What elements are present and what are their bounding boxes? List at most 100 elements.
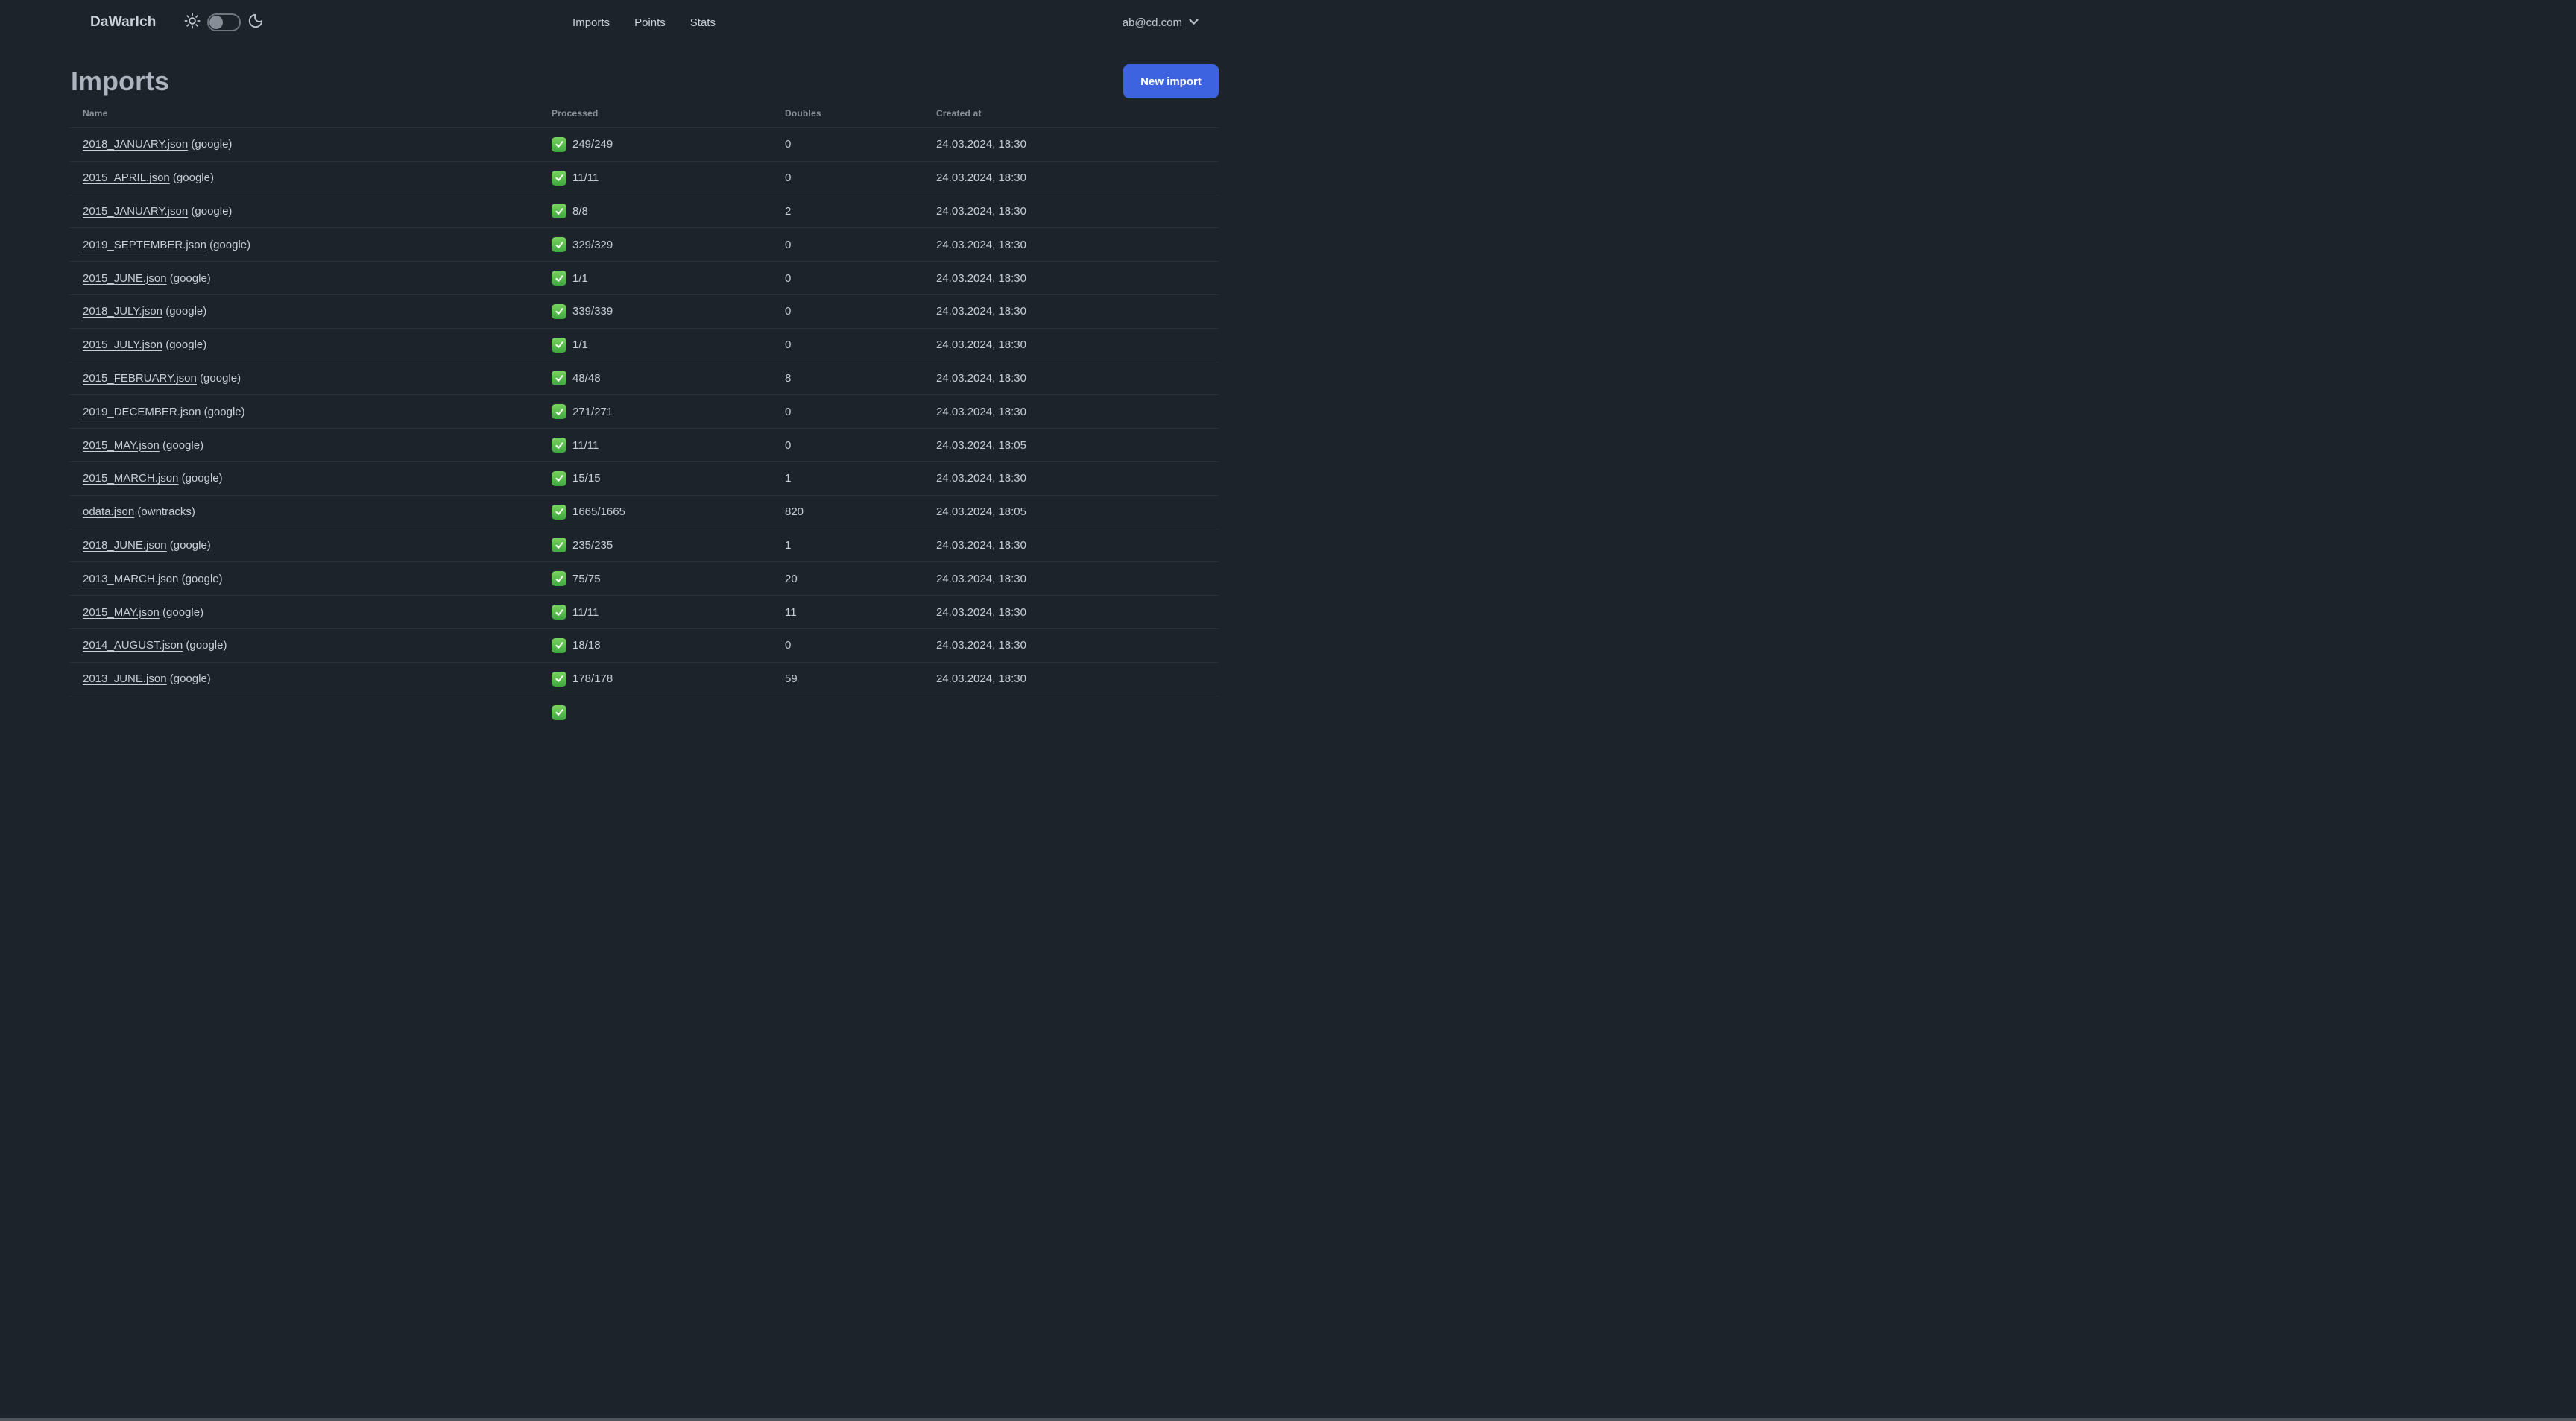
processed-cell: 329/329 [552, 237, 785, 253]
check-icon [552, 404, 566, 420]
import-file-link[interactable]: 2015_MARCH.json [83, 472, 178, 485]
doubles-cell: 0 [785, 405, 792, 418]
processed-count: 18/18 [572, 639, 601, 652]
import-file-link[interactable]: 2015_MAY.json [83, 606, 160, 619]
doubles-cell: 0 [785, 271, 792, 285]
import-source-label: (google) [200, 371, 242, 385]
nav-link-stats[interactable]: Stats [690, 16, 716, 29]
import-file-link[interactable]: odata.json [83, 505, 134, 518]
import-file-link[interactable]: 2015_MAY.json [83, 439, 160, 452]
import-file-link[interactable]: 2019_DECEMBER.json [83, 406, 201, 418]
imports-page: Imports New import Name Processed Double… [69, 64, 1219, 729]
import-source-label: (google) [186, 639, 227, 652]
new-import-button[interactable]: New import [1123, 64, 1219, 98]
processed-cell: 249/249 [552, 136, 785, 152]
import-source-label: (google) [169, 538, 211, 552]
check-icon [552, 538, 566, 553]
processed-cell: 1665/1665 [552, 504, 785, 520]
name-cell: 2018_JANUARY.json (google) [69, 138, 552, 151]
processed-count: 75/75 [572, 572, 601, 585]
created-at-cell: 24.03.2024, 18:30 [936, 305, 1026, 318]
table-row: 2015_APRIL.json (google) 11/11 0 24.03.2… [69, 162, 1219, 195]
brand-logo[interactable]: DaWarIch [90, 14, 157, 31]
doubles-cell: 0 [785, 171, 792, 185]
check-icon [552, 271, 566, 286]
main-nav: Imports Points Stats [572, 0, 716, 45]
doubles-cell: 0 [785, 138, 792, 151]
table-row: 2018_JANUARY.json (google) 249/249 0 24.… [69, 128, 1219, 162]
name-cell: 2015_MARCH.json (google) [69, 472, 552, 485]
column-header-doubles: Doubles [785, 107, 821, 119]
table-row: 2015_JUNE.json (google) 1/1 0 24.03.2024… [69, 262, 1219, 295]
check-icon [552, 303, 566, 319]
import-file-link[interactable]: 2015_JUNE.json [83, 272, 167, 285]
table-row: 2018_JULY.json (google) 339/339 0 24.03.… [69, 295, 1219, 329]
import-source-label: (google) [162, 605, 204, 619]
processed-cell: 235/235 [552, 538, 785, 553]
table-row: 2013_MARCH.json (google) 75/75 20 24.03.… [69, 562, 1219, 596]
processed-cell: 8/8 [552, 204, 785, 219]
check-icon [552, 170, 566, 186]
name-cell: 2013_JUNE.json (google) [69, 672, 552, 685]
table-row: 2015_MARCH.json (google) 15/15 1 24.03.2… [69, 462, 1219, 496]
name-cell: 2015_FEBRUARY.json (google) [69, 372, 552, 385]
import-file-link[interactable]: 2018_JUNE.json [83, 539, 167, 552]
user-email: ab@cd.com [1122, 16, 1182, 29]
theme-toggle[interactable] [206, 13, 241, 31]
import-file-link[interactable]: 2015_JULY.json [83, 338, 162, 351]
processed-cell: 1/1 [552, 271, 785, 286]
import-file-link[interactable]: 2013_MARCH.json [83, 573, 178, 585]
check-icon [552, 637, 566, 653]
created-at-cell: 24.03.2024, 18:05 [936, 438, 1026, 452]
nav-link-imports[interactable]: Imports [572, 16, 610, 29]
import-file-link[interactable]: 2015_FEBRUARY.json [83, 372, 197, 385]
created-at-cell: 24.03.2024, 18:30 [936, 472, 1026, 485]
table-row: 2015_FEBRUARY.json (google) 48/48 8 24.0… [69, 362, 1219, 396]
doubles-cell: 59 [785, 672, 798, 686]
table-row: 2015_MAY.json (google) 11/11 11 24.03.20… [69, 596, 1219, 629]
doubles-cell: 0 [785, 438, 792, 452]
name-cell: odata.json (owntracks) [69, 505, 552, 518]
import-file-link[interactable]: 2014_AUGUST.json [83, 639, 183, 652]
import-source-label: (google) [203, 405, 245, 418]
table-row: odata.json (owntracks) 1665/1665 820 24.… [69, 496, 1219, 529]
import-file-link[interactable]: 2015_APRIL.json [83, 171, 170, 184]
import-source-label: (google) [172, 171, 214, 185]
import-source-label: (owntracks) [137, 505, 195, 519]
import-file-link[interactable]: 2013_JUNE.json [83, 672, 167, 685]
column-header-name: Name [83, 107, 108, 119]
import-source-label: (google) [191, 204, 233, 218]
created-at-cell: 24.03.2024, 18:30 [936, 371, 1026, 385]
doubles-cell: 0 [785, 639, 792, 652]
column-header-processed: Processed [552, 107, 599, 119]
created-at-cell: 24.03.2024, 18:30 [936, 238, 1026, 251]
import-source-label: (google) [169, 672, 211, 686]
processed-count: 1665/1665 [572, 505, 625, 519]
processed-count: 329/329 [572, 238, 613, 251]
import-file-link[interactable]: 2015_JANUARY.json [83, 205, 188, 218]
check-icon [552, 705, 566, 720]
processed-count: 271/271 [572, 405, 613, 418]
doubles-cell: 1 [785, 538, 792, 552]
processed-count: 11/11 [572, 605, 599, 619]
processed-cell: 178/178 [552, 671, 785, 687]
user-menu[interactable]: ab@cd.com [1123, 16, 1199, 29]
theme-switcher [183, 12, 264, 33]
name-cell: 2015_APRIL.json (google) [69, 171, 552, 184]
sun-icon [183, 12, 201, 33]
name-cell: 2013_MARCH.json (google) [69, 573, 552, 585]
processed-count: 11/11 [572, 171, 599, 185]
processed-count: 15/15 [572, 472, 601, 485]
import-file-link[interactable]: 2018_JULY.json [83, 305, 162, 318]
moon-icon [247, 13, 264, 33]
created-at-cell: 24.03.2024, 18:30 [936, 605, 1026, 619]
import-file-link[interactable]: 2018_JANUARY.json [83, 138, 188, 151]
created-at-cell: 24.03.2024, 18:30 [936, 572, 1026, 585]
processed-cell: 1/1 [552, 337, 785, 353]
check-icon [552, 337, 566, 353]
created-at-cell: 24.03.2024, 18:30 [936, 338, 1026, 352]
doubles-cell: 0 [785, 305, 792, 318]
import-file-link[interactable]: 2019_SEPTEMBER.json [83, 239, 206, 251]
nav-link-points[interactable]: Points [634, 16, 666, 29]
processed-count: 48/48 [572, 371, 601, 385]
